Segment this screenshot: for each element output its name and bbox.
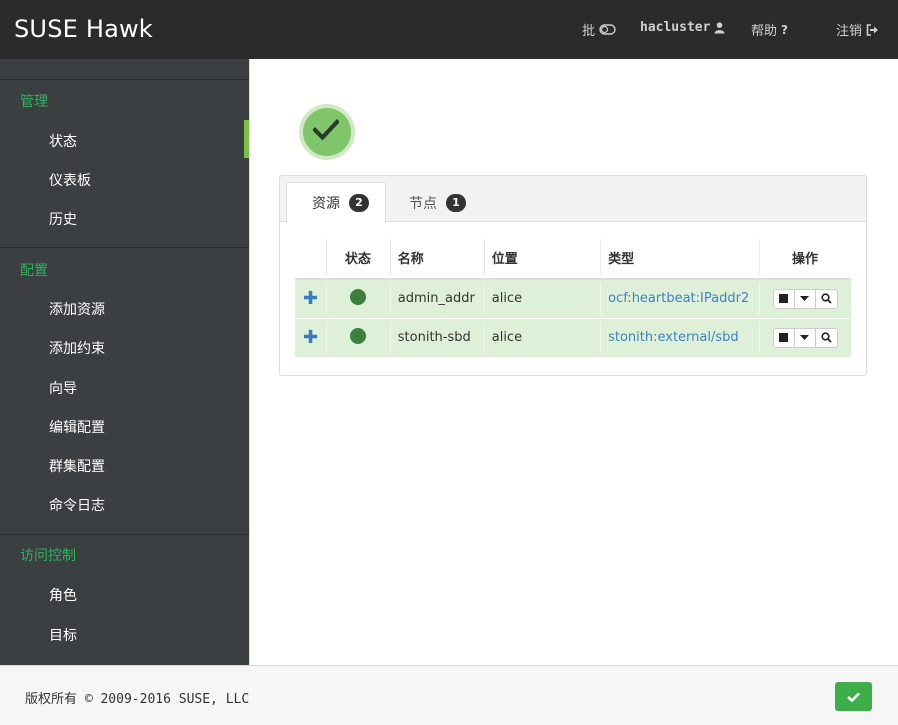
sidebar-divider — [0, 534, 249, 535]
plus-icon: ✚ — [303, 288, 319, 310]
details-button[interactable] — [816, 290, 837, 308]
resource-location: alice — [483, 278, 601, 318]
sidebar-section-access-control: 访问控制 — [20, 548, 76, 564]
tab-nodes[interactable]: 节点 1 — [402, 182, 482, 223]
resource-type-link[interactable]: ocf:heartbeat:IPaddr2 — [600, 278, 760, 318]
status-cell — [326, 317, 390, 357]
caret-down-icon — [800, 335, 810, 341]
operations-cell — [759, 317, 851, 357]
sidebar-item-status[interactable]: 状态 — [49, 131, 77, 151]
help-menu[interactable]: 帮助 ? — [751, 20, 788, 40]
node-count-badge: 1 — [446, 193, 466, 212]
resource-count-badge: 2 — [349, 193, 369, 212]
user-label: hacluster — [640, 20, 711, 35]
cluster-status-indicator — [299, 104, 355, 160]
toggle-off-icon — [599, 24, 616, 35]
help-label: 帮助 — [751, 24, 778, 39]
sidebar-item-dashboard[interactable]: 仪表板 — [49, 170, 91, 190]
table-row: ✚ stonith-sbd alice stonith:external/sbd — [295, 317, 851, 357]
resource-type-link[interactable]: stonith:external/sbd — [600, 317, 760, 357]
column-header-operations: 操作 — [759, 236, 851, 280]
question-icon: ? — [781, 22, 788, 37]
caret-down-icon — [800, 296, 810, 302]
stop-icon — [779, 333, 789, 343]
column-header-name[interactable]: 名称 — [389, 236, 484, 280]
operations-cell — [759, 278, 851, 318]
batch-label: 批 — [582, 24, 596, 39]
stop-button[interactable] — [774, 289, 795, 308]
tab-nodes-label: 节点 — [409, 195, 437, 212]
sign-out-icon — [866, 23, 879, 36]
footer: 版权所有 © 2009-2016 SUSE, LLC — [0, 665, 898, 725]
status-tabs: 资源 2 节点 1 — [280, 176, 866, 223]
logout-link[interactable]: 注销 — [836, 20, 879, 39]
running-status-icon — [349, 288, 366, 305]
column-header-type[interactable]: 类型 — [600, 236, 760, 280]
resources-table: 状态 名称 位置 类型 操作 ✚ admin_addr alice ocf:he… — [295, 236, 851, 357]
plus-icon: ✚ — [303, 327, 319, 349]
tab-resources[interactable]: 资源 2 — [286, 182, 386, 223]
table-row: ✚ admin_addr alice ocf:heartbeat:IPaddr2 — [295, 278, 851, 318]
expand-row-button[interactable]: ✚ — [295, 317, 327, 357]
search-icon — [820, 332, 832, 343]
tab-resources-label: 资源 — [312, 195, 340, 212]
sidebar-divider — [0, 247, 249, 248]
sidebar-item-wizards[interactable]: 向导 — [49, 378, 77, 398]
sidebar-item-edit-configuration[interactable]: 编辑配置 — [49, 417, 105, 437]
cluster-ok-button[interactable] — [835, 682, 872, 711]
resource-name: admin_addr — [389, 278, 484, 318]
user-menu[interactable]: hacluster — [640, 20, 725, 35]
sidebar-item-add-resource[interactable]: 添加资源 — [49, 299, 105, 319]
column-header-location[interactable]: 位置 — [483, 236, 601, 280]
operations-dropdown-button[interactable] — [795, 328, 816, 347]
operations-button-group — [772, 327, 838, 348]
status-cell — [326, 278, 390, 318]
resource-location: alice — [483, 317, 601, 357]
sidebar-item-command-log[interactable]: 命令日志 — [49, 495, 105, 515]
search-icon — [820, 293, 832, 304]
status-panel: 资源 2 节点 1 状态 名称 位置 类型 操作 ✚ admin_addr al… — [279, 175, 867, 376]
resource-type-text[interactable]: stonith:external/sbd — [608, 330, 739, 345]
sidebar-item-history[interactable]: 历史 — [49, 209, 77, 229]
sidebar-item-roles[interactable]: 角色 — [49, 585, 77, 605]
resource-name: stonith-sbd — [389, 317, 484, 357]
batch-mode-toggle[interactable]: 批 — [582, 20, 616, 39]
sidebar-section-configuration: 配置 — [20, 263, 48, 279]
user-icon — [714, 21, 725, 33]
column-header-status[interactable]: 状态 — [326, 236, 390, 280]
top-navbar: SUSE Hawk 批 hacluster 帮助 ? 注销 — [0, 0, 898, 59]
stop-button[interactable] — [774, 328, 795, 347]
sidebar-item-cluster-configuration[interactable]: 群集配置 — [49, 456, 105, 476]
sidebar: 管理 状态 仪表板 历史 配置 添加资源 添加约束 向导 编辑配置 群集配置 命… — [0, 59, 249, 665]
copyright-text: 版权所有 © 2009-2016 SUSE, LLC — [25, 692, 250, 707]
sidebar-item-targets[interactable]: 目标 — [49, 625, 77, 645]
check-icon — [313, 119, 339, 141]
sidebar-section-manage: 管理 — [20, 94, 48, 110]
table-header-row: 状态 名称 位置 类型 操作 — [295, 236, 851, 280]
operations-button-group — [772, 288, 838, 309]
running-status-icon — [349, 327, 366, 344]
brand-title[interactable]: SUSE Hawk — [14, 15, 153, 43]
operations-dropdown-button[interactable] — [795, 289, 816, 308]
sidebar-divider — [0, 79, 249, 80]
sidebar-item-add-constraint[interactable]: 添加约束 — [49, 338, 105, 358]
logout-label: 注销 — [836, 24, 863, 39]
resource-type-text[interactable]: ocf:heartbeat:IPaddr2 — [608, 291, 749, 306]
details-button[interactable] — [816, 329, 837, 347]
check-icon — [847, 692, 860, 702]
stop-icon — [779, 294, 789, 304]
expand-row-button[interactable]: ✚ — [295, 278, 327, 318]
expand-column-header — [295, 236, 327, 280]
